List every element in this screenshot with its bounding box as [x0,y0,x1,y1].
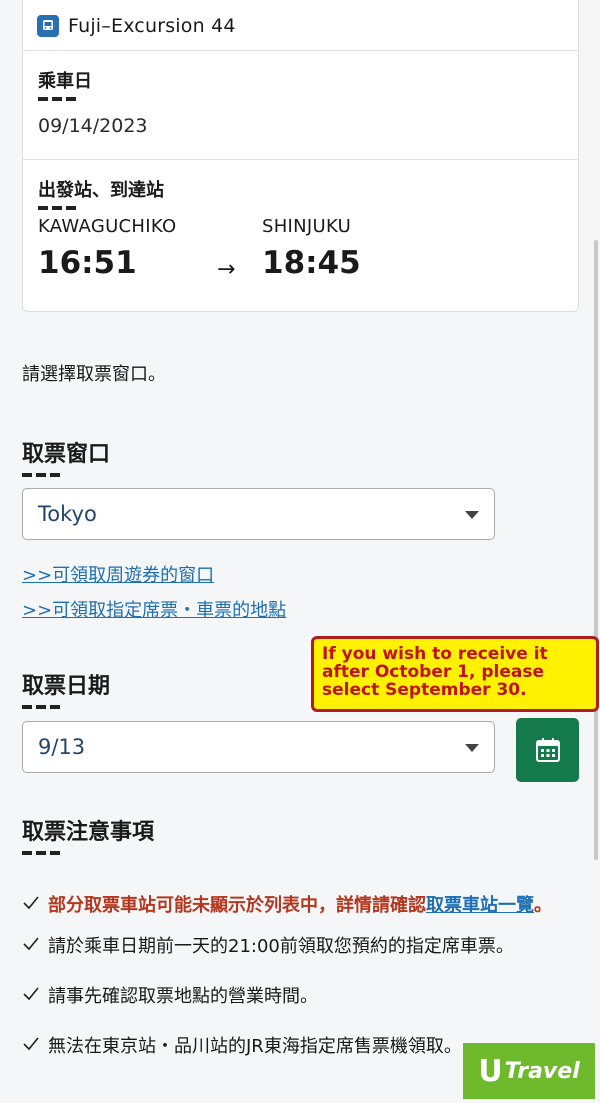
pickup-window-heading: 取票窗口 [22,436,110,477]
label-underline [38,97,76,101]
station-list-link[interactable]: 取票車站一覽 [426,895,534,916]
pickup-window-select[interactable]: Tokyo [22,488,495,540]
destination: SHINJUKU 18:45 [262,216,486,281]
note-text: 部分取票車站可能未顯示於列表中，詳情請確認 [48,895,426,916]
watermark-text: Travel [504,1058,580,1084]
check-icon [23,987,39,1001]
instruction-text: 請選擇取票窗口。 [22,364,166,385]
chevron-down-icon [465,744,479,752]
annotation-callout: If you wish to receive it after October … [311,636,599,712]
note-text: 無法在東京站・品川站的JR東海指定席售票機領取。 [48,1036,462,1057]
pickup-date-heading-text: 取票日期 [22,674,111,699]
note-item: 請事先確認取票地點的營業時間。 [22,981,582,1012]
watermark-letter: U [478,1053,503,1089]
scrollbar[interactable] [594,240,598,860]
utravel-watermark-logo: U Travel [463,1043,595,1099]
note-item: 請於乘車日期前一天的21:00前領取您預約的指定席車票。 [22,931,582,962]
calendar-button[interactable] [516,718,579,782]
note-item: 部分取票車站可能未顯示於列表中，詳情請確認取票車站一覽。 [22,890,582,921]
pickup-window-heading-text: 取票窗口 [22,442,111,467]
note-text: 請事先確認取票地點的營業時間。 [48,986,318,1007]
calendar-icon [535,738,560,762]
check-icon [23,937,39,951]
heading-underline [22,851,60,855]
arrow-icon: → [217,257,236,282]
check-icon [23,1037,39,1051]
reserved-ticket-location-link[interactable]: >>可領取指定席票・車票的地點 [22,596,286,622]
boarding-date-label: 乘車日 [38,71,92,92]
check-icon [23,896,39,910]
pickup-date-select[interactable]: 9/13 [22,721,495,773]
arrival-time: 18:45 [262,245,361,281]
boarding-date-value: 09/14/2023 [38,115,148,137]
note-suffix: 。 [534,895,552,916]
notes-heading-text: 取票注意事項 [22,820,155,845]
pickup-date-value: 9/13 [38,735,86,759]
origin-station: KAWAGUCHIKO [38,216,177,237]
heading-underline [22,473,60,477]
label-underline [38,206,76,210]
rail-pass-window-link[interactable]: >>可領取周遊券的窗口 [22,561,214,587]
notes-list: 部分取票車站可能未顯示於列表中，詳情請確認取票車站一覽。 請於乘車日期前一天的2… [22,890,582,1062]
chevron-down-icon [465,511,479,519]
destination-station: SHINJUKU [262,216,352,237]
pickup-window-value: Tokyo [38,502,97,526]
train-name: Fuji–Excursion 44 [68,14,236,37]
station-label: 出發站、到達站 [38,180,164,201]
pickup-date-heading: 取票日期 [22,668,110,709]
notes-heading: 取票注意事項 [22,814,154,855]
train-icon [37,14,59,37]
train-row: Fuji–Excursion 44 [23,1,578,51]
note-text: 請於乘車日期前一天的21:00前領取您預約的指定席車票。 [48,936,514,957]
trip-summary-card: Fuji–Excursion 44 乘車日 09/14/2023 出發站、到達站… [22,0,579,312]
boarding-date-section: 乘車日 09/14/2023 [23,51,578,160]
heading-underline [22,705,60,709]
